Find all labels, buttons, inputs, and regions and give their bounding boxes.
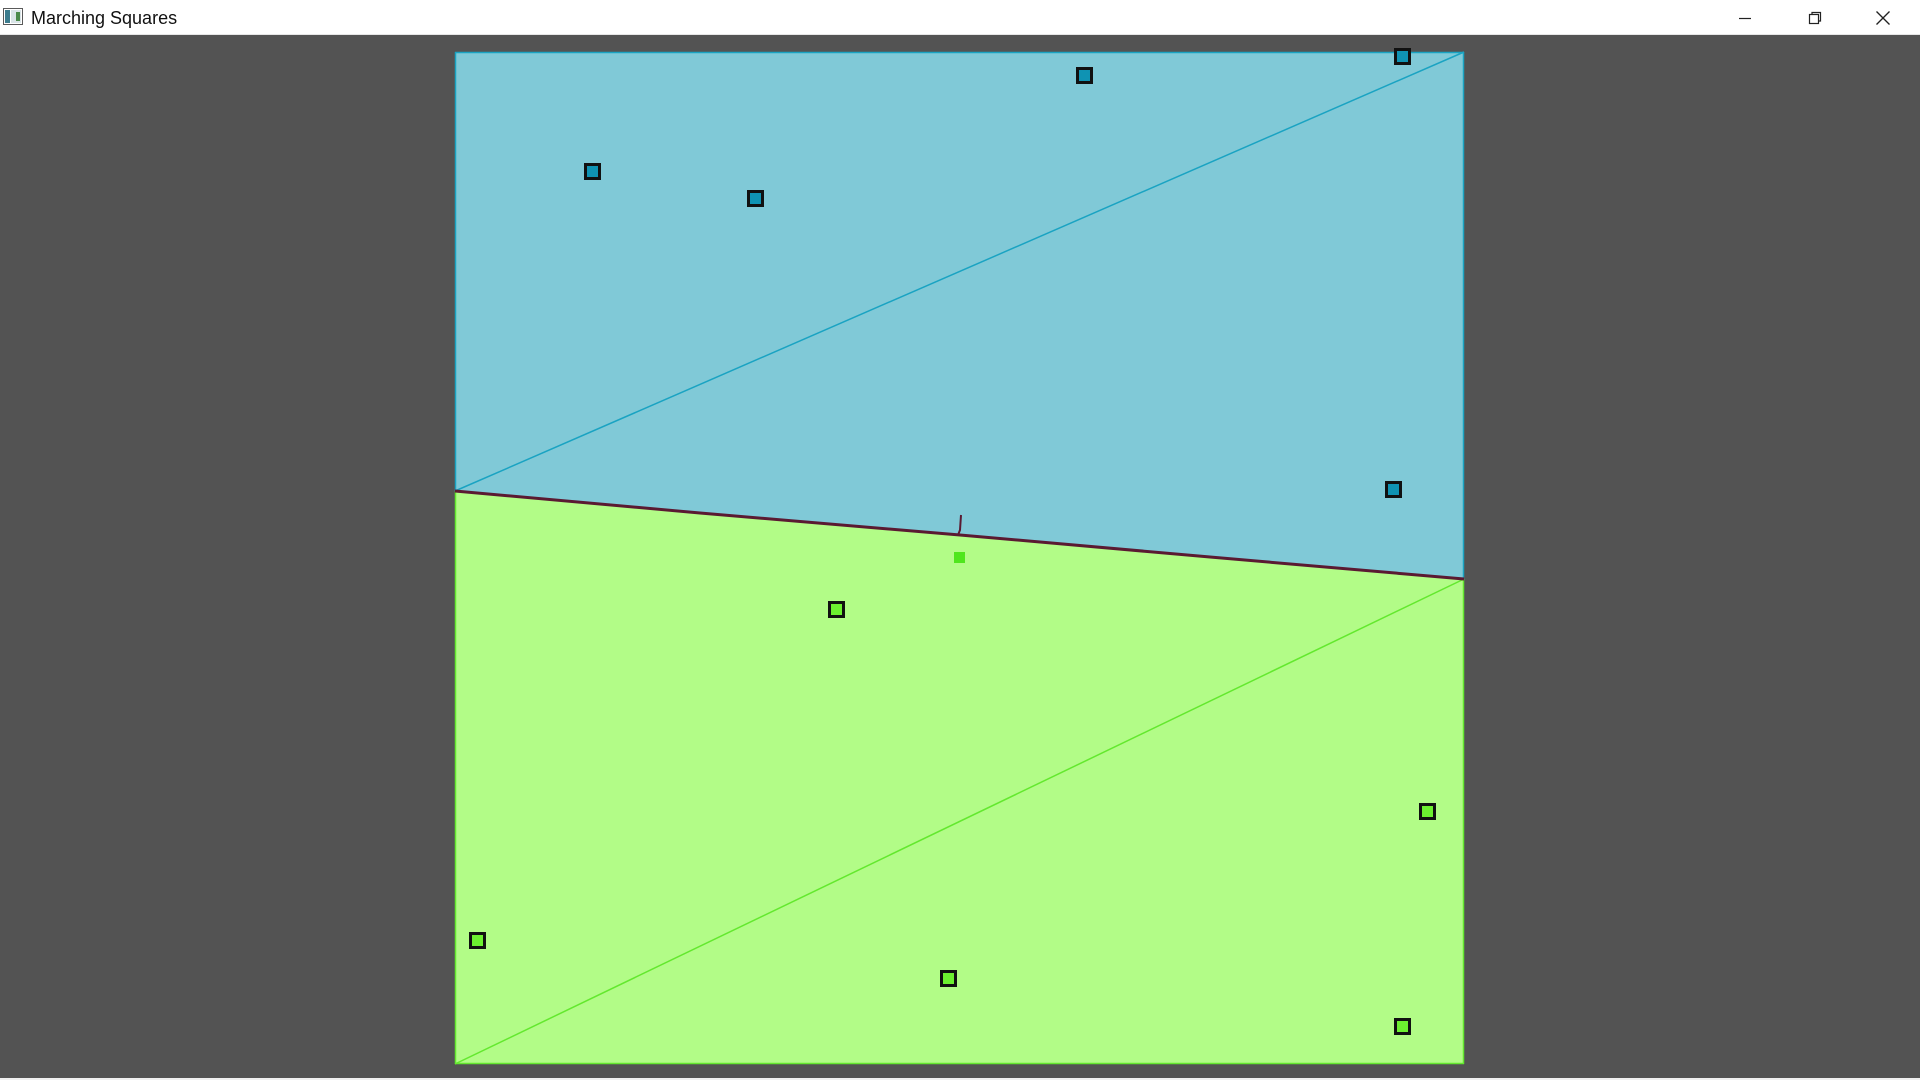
blue-point[interactable] xyxy=(1394,48,1411,65)
blue-point[interactable] xyxy=(747,190,764,207)
restore-button[interactable] xyxy=(1780,0,1850,35)
green-point[interactable] xyxy=(1394,1018,1411,1035)
green-point[interactable] xyxy=(940,970,957,987)
blue-point[interactable] xyxy=(1076,67,1093,84)
green-point[interactable] xyxy=(1419,803,1436,820)
canvas-area[interactable] xyxy=(0,35,1920,1078)
app-window: Marching Squares xyxy=(0,0,1920,1080)
marching-squares-canvas[interactable] xyxy=(0,35,1920,1078)
restore-icon xyxy=(1808,11,1822,24)
green-point[interactable] xyxy=(469,932,486,949)
blue-point[interactable] xyxy=(584,163,601,180)
title-bar[interactable]: Marching Squares xyxy=(0,0,1920,35)
green-region xyxy=(455,491,1464,1064)
window-title: Marching Squares xyxy=(31,8,178,28)
blue-point[interactable] xyxy=(1385,481,1402,498)
close-button[interactable] xyxy=(1848,0,1918,35)
close-icon xyxy=(1876,10,1890,25)
minimize-button[interactable] xyxy=(1710,0,1780,35)
minimize-icon xyxy=(1739,17,1751,19)
blue-region xyxy=(455,52,1464,579)
app-icon xyxy=(3,8,23,25)
green-center-marker xyxy=(954,552,965,563)
green-point[interactable] xyxy=(828,601,845,618)
